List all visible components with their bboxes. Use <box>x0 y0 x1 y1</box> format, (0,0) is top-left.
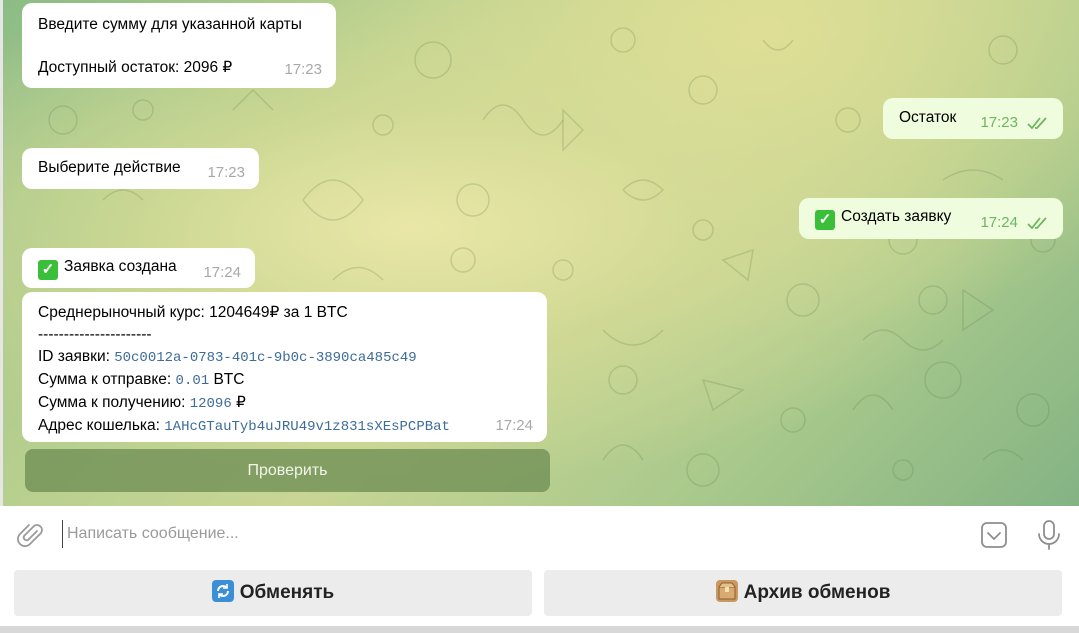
receive-amount-unit: ₽ <box>231 394 246 411</box>
message-text: Введите сумму для указанной карты <box>38 16 302 33</box>
check-mark-emoji: ✓ <box>815 210 835 230</box>
message-text: Заявка создана <box>64 258 177 275</box>
receive-amount-line: Сумма к получению: 12096 ₽ <box>38 392 531 415</box>
package-emoji <box>715 580 738 602</box>
exchange-button-label: Обменять <box>239 582 335 603</box>
double-check-icon <box>1027 117 1047 130</box>
window-bottom-edge <box>0 626 1079 633</box>
order-id-value[interactable]: 50c0012a-0783-401c-9b0c-3890ca485c49 <box>114 350 416 366</box>
incoming-message: ✓ Заявка создана 17:24 <box>22 248 255 288</box>
message-text: Создать заявку <box>841 208 952 225</box>
receive-amount-value[interactable]: 12096 <box>190 396 232 412</box>
outgoing-message: ✓ Создать заявку 17:24 <box>799 198 1063 239</box>
separator-text: ---------------------- <box>38 326 152 343</box>
send-amount-unit: BTC <box>209 371 245 388</box>
message-text: Выберите действие <box>38 159 181 176</box>
refresh-emoji <box>211 580 234 602</box>
message-time: 17:23 <box>207 163 245 181</box>
microphone-icon[interactable] <box>1036 519 1062 551</box>
send-amount-label: Сумма к отправке: <box>38 371 176 388</box>
receive-amount-label: Сумма к получению: <box>38 394 190 411</box>
wallet-line: Адрес кошелька: 1AHcGTauTyb4uJRU49v1z831… <box>38 415 531 438</box>
message-text: Остаток <box>899 109 957 126</box>
paperclip-icon[interactable] <box>17 522 45 550</box>
message-time: 17:23 <box>980 113 1018 131</box>
check-mark-emoji: ✓ <box>38 260 58 280</box>
archive-button-label: Архив обменов <box>743 582 891 603</box>
order-id-label: ID заявки: <box>38 348 115 365</box>
rate-text: Среднерыночный курс: 1204649₽ за 1 BTC <box>38 304 348 321</box>
exchange-button[interactable]: Обменять <box>14 570 532 616</box>
message-time: 17:23 <box>284 60 322 78</box>
message-time: 17:24 <box>495 417 533 434</box>
chat-area: Введите сумму для указанной карты Доступ… <box>3 0 1079 506</box>
message-text: Доступный остаток: 2096 ₽ <box>38 58 233 76</box>
message-input[interactable] <box>62 520 942 548</box>
double-check-icon <box>1027 217 1047 230</box>
incoming-message: Выберите действие 17:23 <box>22 148 259 189</box>
wallet-label: Адрес кошелька: <box>38 417 165 434</box>
incoming-message: Введите сумму для указанной карты Доступ… <box>22 3 336 88</box>
message-composer <box>0 506 1079 562</box>
archive-button[interactable]: Архив обменов <box>544 570 1062 616</box>
reply-keyboard: Обменять Архив обменов <box>0 562 1079 626</box>
send-amount-value[interactable]: 0.01 <box>176 373 210 389</box>
send-amount-line: Сумма к отправке: 0.01 BTC <box>38 369 531 392</box>
message-time: 17:24 <box>203 263 241 281</box>
order-id-line: ID заявки: 50c0012a-0783-401c-9b0c-3890c… <box>38 346 531 369</box>
message-time: 17:24 <box>980 213 1018 231</box>
order-details-message: Среднерыночный курс: 1204649₽ за 1 BTC -… <box>22 292 547 442</box>
wallet-address-value[interactable]: 1AHcGTauTyb4uJRU49v1z831sXEsPCPBat <box>164 419 450 435</box>
sticker-icon[interactable] <box>980 521 1008 549</box>
outgoing-message: Остаток 17:23 <box>883 98 1063 139</box>
check-inline-button[interactable]: Проверить <box>25 449 550 492</box>
